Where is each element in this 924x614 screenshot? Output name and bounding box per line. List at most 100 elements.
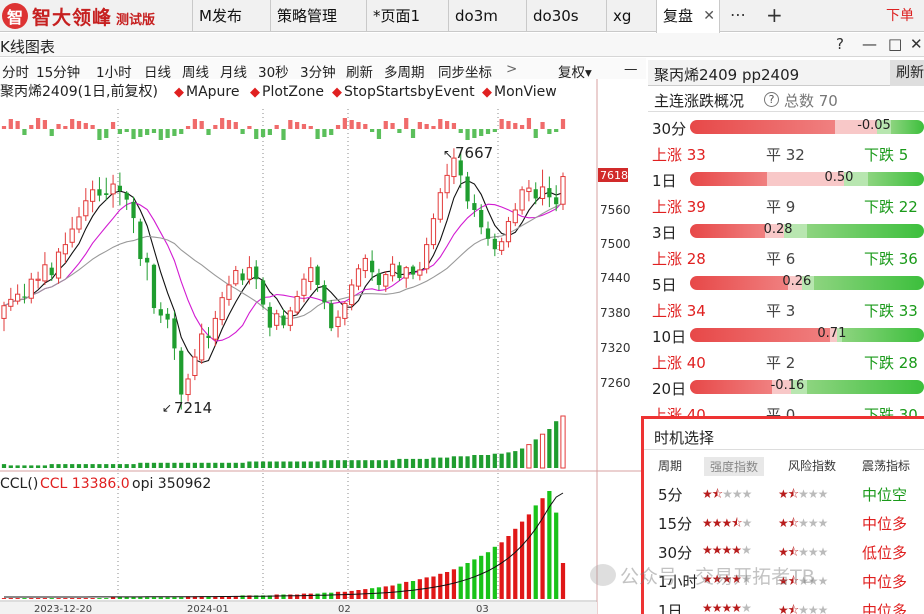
breadth-down-count: 下跌 28 bbox=[864, 354, 918, 372]
volume-bar bbox=[199, 462, 204, 468]
volume-bar bbox=[172, 462, 177, 468]
candle bbox=[8, 298, 14, 307]
timing-row[interactable]: 15分 ★★★⯪★ ★⯪★★★ 中位多 bbox=[654, 510, 924, 536]
window-title-bar: K线图表 ? — □ ✕ bbox=[0, 33, 924, 57]
sync-axis-button[interactable]: 同步坐标 bbox=[438, 61, 492, 81]
timing-header-oscillator[interactable]: 震荡指标 bbox=[862, 457, 910, 474]
signal-bar bbox=[315, 129, 320, 139]
volume-bar bbox=[192, 462, 197, 468]
candle bbox=[560, 176, 566, 205]
signal-bar bbox=[145, 129, 150, 135]
maximize-icon[interactable]: □ bbox=[888, 35, 902, 53]
tab-label: xg bbox=[613, 7, 632, 25]
volume-bar bbox=[458, 456, 463, 468]
multi-period-button[interactable]: 多周期 bbox=[384, 61, 425, 81]
candle bbox=[479, 210, 484, 228]
help-icon[interactable]: ? bbox=[836, 35, 844, 53]
indicator-stopstarts[interactable]: StopStartsbyEvent bbox=[344, 84, 475, 100]
tab-label: *页面1 bbox=[373, 7, 421, 25]
app-tab-bar: 智 智大领峰 测试版 M发布 策略管理 *页面1 do3m do30s xg 复… bbox=[0, 0, 924, 33]
signal-bar bbox=[56, 124, 61, 129]
breadth-count-row: 上涨 40 平 2 下跌 28 bbox=[648, 349, 924, 375]
indicator-mapure[interactable]: MApure bbox=[186, 84, 239, 100]
ccl-bar bbox=[554, 512, 559, 599]
timing-header-risk[interactable]: 风险指数 bbox=[788, 457, 836, 474]
low-arrow-icon: ↙ bbox=[162, 401, 172, 415]
period-intraday[interactable]: 分时 bbox=[2, 61, 29, 81]
volume-bar bbox=[363, 460, 368, 468]
breadth-down-count: 下跌 33 bbox=[864, 302, 918, 320]
indicator-monview[interactable]: MonView bbox=[494, 84, 557, 100]
scroll-right-icon[interactable]: > bbox=[506, 61, 517, 77]
tab-xg[interactable]: xg bbox=[606, 0, 656, 32]
candle bbox=[492, 238, 497, 250]
period-15min[interactable]: 15分钟 bbox=[36, 61, 80, 81]
candle bbox=[547, 188, 552, 198]
timing-header-strength[interactable]: 强度指数 bbox=[704, 457, 765, 476]
minimize-icon[interactable]: — bbox=[862, 35, 877, 53]
period-3min[interactable]: 3分钟 bbox=[300, 61, 336, 81]
refresh-button[interactable]: 刷新 bbox=[346, 61, 373, 81]
timing-status: 中位多 bbox=[862, 573, 908, 591]
chart-header: 聚丙烯2409(1日,前复权) bbox=[0, 83, 158, 100]
kline-chart[interactable]: 聚丙烯2409(1日,前复权) ◆ MApure ◆ PlotZone ◆ St… bbox=[0, 79, 646, 614]
tab-m-publish[interactable]: M发布 bbox=[192, 0, 270, 32]
period-daily[interactable]: 日线 bbox=[144, 61, 171, 81]
tab-replay[interactable]: 复盘 ✕ bbox=[656, 0, 720, 33]
period-1hour[interactable]: 1小时 bbox=[96, 61, 132, 81]
candle bbox=[301, 278, 307, 296]
indicator-plotzone[interactable]: PlotZone bbox=[262, 84, 324, 100]
volume-bar bbox=[404, 458, 409, 468]
signal-bar bbox=[35, 118, 41, 129]
candle bbox=[97, 189, 102, 196]
volume-bar bbox=[138, 462, 143, 468]
signal-bar bbox=[526, 118, 532, 129]
breadth-flat-count: 平 3 bbox=[766, 302, 796, 320]
tab-do30s[interactable]: do30s bbox=[526, 0, 606, 32]
volume-bar bbox=[356, 460, 361, 468]
minimize-panel-icon[interactable]: — bbox=[624, 61, 638, 77]
period-30sec[interactable]: 30秒 bbox=[258, 61, 289, 81]
ccl-bar bbox=[63, 598, 68, 599]
signal-bar bbox=[15, 121, 20, 129]
signal-bar bbox=[213, 125, 218, 129]
tab-page1[interactable]: *页面1 bbox=[366, 0, 448, 32]
volume-bar bbox=[281, 461, 286, 468]
indicator-list: ◆ MApure ◆ PlotZone ◆ StopStartsbyEvent … bbox=[174, 84, 557, 100]
timing-row[interactable]: 5分 ★⯪★★★ ★⯪★★★ 中位空 bbox=[654, 481, 924, 507]
add-tab-icon[interactable]: + bbox=[766, 0, 783, 32]
indicator-dot-icon: ◆ bbox=[174, 85, 184, 100]
volume-bar bbox=[547, 429, 552, 468]
volume-bar bbox=[308, 461, 313, 468]
signal-bar bbox=[274, 125, 279, 129]
high-label: 7667 bbox=[455, 144, 493, 162]
ccl-bar bbox=[274, 594, 279, 599]
candle bbox=[397, 265, 402, 279]
period-weekly[interactable]: 周线 bbox=[182, 61, 209, 81]
adjust-dropdown[interactable]: 复权▾ bbox=[558, 61, 592, 81]
tab-do3m[interactable]: do3m bbox=[448, 0, 526, 32]
breadth-up-count: 上涨 39 bbox=[652, 198, 706, 216]
signal-bar bbox=[220, 118, 225, 129]
more-tabs-icon[interactable]: ⋯ bbox=[730, 0, 746, 32]
volume-bar bbox=[438, 457, 443, 468]
logo-name: 智大领峰 bbox=[32, 6, 113, 29]
signal-bar bbox=[390, 123, 395, 129]
volume-bar bbox=[131, 464, 136, 468]
help-icon[interactable]: ? bbox=[764, 92, 779, 107]
candle bbox=[355, 268, 362, 287]
tab-strategy[interactable]: 策略管理 bbox=[270, 0, 366, 32]
signal-bar bbox=[131, 129, 136, 139]
timing-status: 中位多 bbox=[862, 602, 908, 614]
period-monthly[interactable]: 月线 bbox=[220, 61, 247, 81]
ccl-bar bbox=[335, 591, 341, 599]
volume-bar bbox=[465, 456, 470, 468]
close-tab-icon[interactable]: ✕ bbox=[703, 0, 715, 32]
volume-bar bbox=[15, 465, 20, 468]
volume-bar bbox=[233, 462, 238, 468]
signal-bar bbox=[138, 129, 143, 137]
timing-row[interactable]: 1日 ★★★★★ ★⯪★★★ 中位多 bbox=[654, 597, 924, 614]
order-button[interactable]: 下单 bbox=[886, 0, 914, 32]
side-panel-refresh-button[interactable]: 刷新 bbox=[890, 60, 924, 86]
close-window-icon[interactable]: ✕ bbox=[910, 35, 923, 53]
